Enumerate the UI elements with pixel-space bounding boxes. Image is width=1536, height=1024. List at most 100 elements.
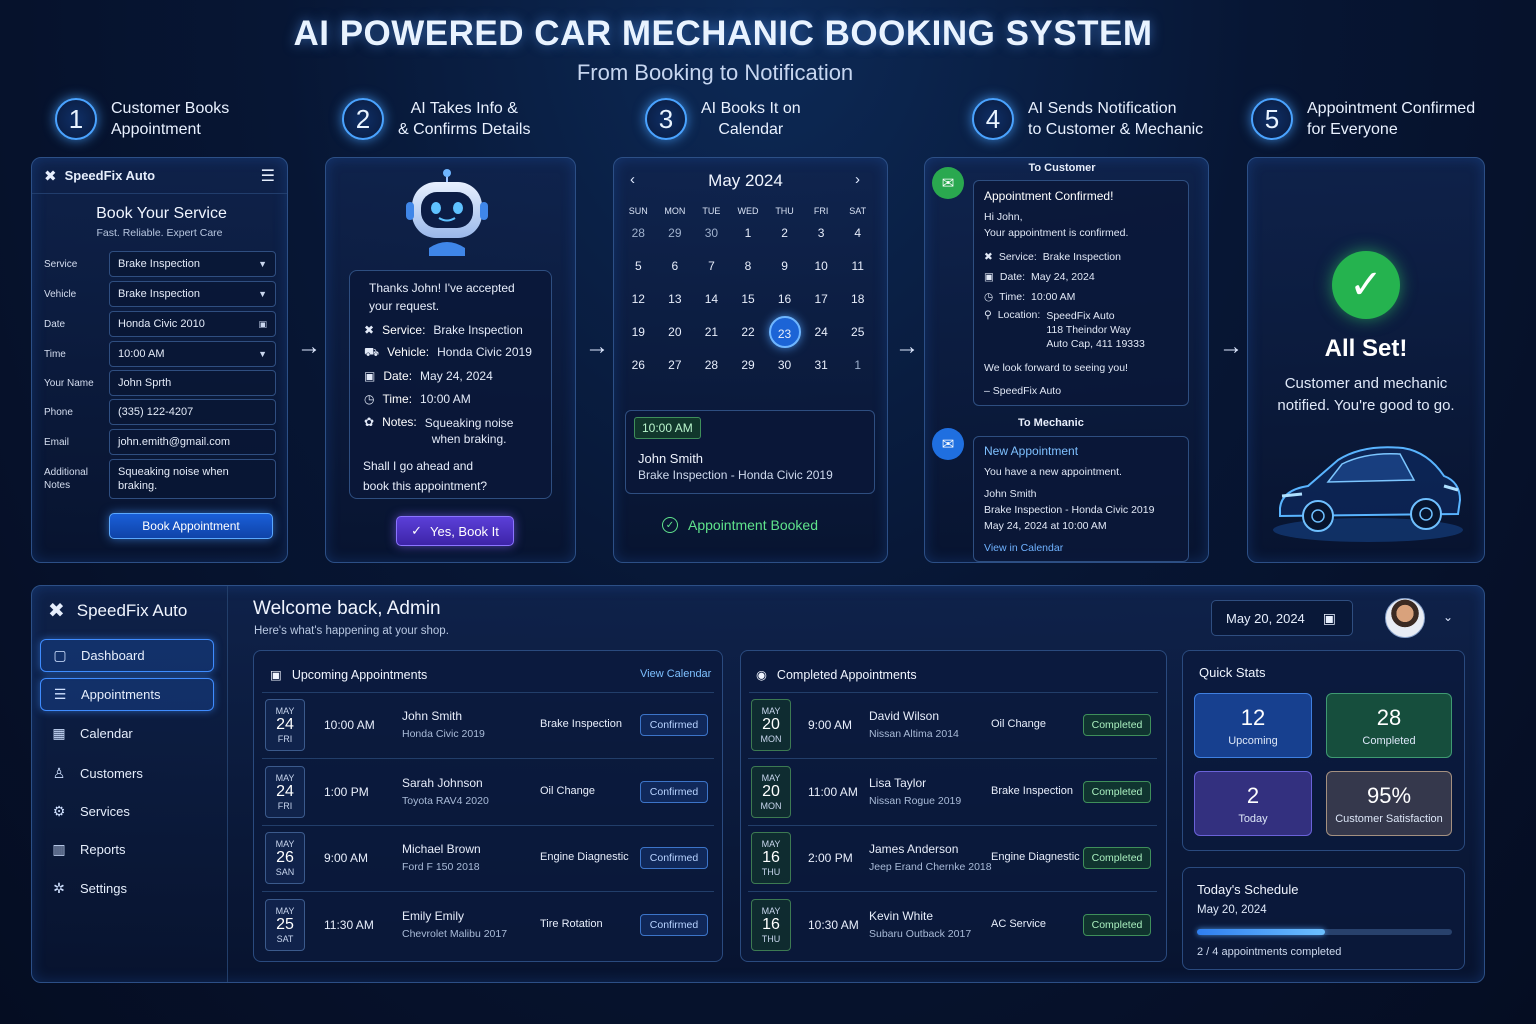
- sidebar-item-appointments[interactable]: ☰ Appointments: [40, 678, 214, 711]
- calendar-day[interactable]: 28: [693, 356, 730, 389]
- calendar-day[interactable]: 11: [839, 257, 876, 290]
- calendar-day[interactable]: 21: [693, 323, 730, 356]
- calendar-day-selected[interactable]: 23: [766, 316, 803, 356]
- avatar[interactable]: [1385, 598, 1425, 638]
- sidebar-item-services[interactable]: ⚙ Services: [40, 795, 214, 828]
- calendar-day[interactable]: 28: [620, 224, 657, 257]
- calendar-day[interactable]: 29: [657, 224, 694, 257]
- sidebar-item-calendar[interactable]: ▦ Calendar: [40, 717, 214, 750]
- service-field: Service Brake Inspection ▼: [44, 251, 276, 277]
- chat-time: ◷ Time: 10:00 AM: [364, 392, 471, 406]
- check-circle-icon: ◉: [756, 668, 767, 682]
- calendar-day[interactable]: 18: [839, 290, 876, 323]
- sidebar-item-label: Customers: [80, 766, 143, 781]
- vehicle-select[interactable]: Brake Inspection ▼: [109, 281, 276, 307]
- customer-name: Lisa Taylor: [869, 776, 927, 790]
- step-3: 3 AI Books It on Calendar: [645, 98, 801, 140]
- status-badge: Confirmed: [640, 781, 708, 803]
- appointment-time: 1:00 PM: [324, 785, 369, 799]
- date-badge: MAY 25 SAT: [265, 899, 305, 951]
- yes-book-it-button[interactable]: ✓ Yes, Book It: [396, 516, 514, 546]
- calendar-day[interactable]: 4: [839, 224, 876, 257]
- wrench-icon: ✖: [364, 323, 375, 337]
- chevron-down-icon[interactable]: ⌄: [1443, 610, 1453, 624]
- chat-vehicle: ⛟ Vehicle: Honda Civic 2019: [364, 345, 532, 359]
- sidebar-item-dashboard[interactable]: ▢ Dashboard: [40, 639, 214, 672]
- calendar-day[interactable]: 7: [693, 257, 730, 290]
- service-name: Oil Change: [540, 785, 596, 797]
- step-label: Appointment Confirmed for Everyone: [1307, 100, 1476, 138]
- step-1: 1 Customer Books Appointment: [55, 98, 229, 140]
- step-number: 4: [972, 98, 1014, 140]
- chat-service: ✖ Service: Brake Inspection: [364, 323, 523, 337]
- calendar-day[interactable]: 6: [657, 257, 694, 290]
- chat-intro: Thanks John! I've accepted your request.: [369, 281, 515, 313]
- appointment-time: 11:00 AM: [808, 785, 858, 799]
- customer-closing: We look forward to seeing you!: [984, 362, 1128, 374]
- quick-stats-title: Quick Stats: [1199, 665, 1266, 680]
- sidebar-divider: [227, 586, 228, 982]
- calendar-day[interactable]: 5: [620, 257, 657, 290]
- calendar-day[interactable]: 14: [693, 290, 730, 323]
- calendar-day[interactable]: 3: [803, 224, 840, 257]
- vehicle-name: Nissan Rogue 2019: [869, 795, 962, 807]
- all-set-title: All Set!: [1324, 335, 1408, 362]
- mail-icon: ✉: [932, 428, 964, 460]
- step-2: 2 AI Takes Info & & Confirms Details: [342, 98, 530, 140]
- brand-name: SpeedFix Auto: [64, 168, 156, 183]
- date-input[interactable]: Honda Civic 2010 ▣: [109, 311, 276, 337]
- calendar-day[interactable]: 29: [730, 356, 767, 389]
- calendar-day[interactable]: 10: [803, 257, 840, 290]
- service-name: Engine Diagnestic: [991, 851, 1080, 863]
- stat-completed: 28 Completed: [1326, 693, 1452, 758]
- chat-question: Shall I go ahead and book this appointme…: [363, 459, 488, 493]
- view-in-calendar-link[interactable]: View in Calendar: [984, 542, 1063, 554]
- flow-arrow: →: [1219, 333, 1243, 360]
- calendar-day[interactable]: 31: [803, 356, 840, 389]
- date-picker[interactable]: May 20, 2024 ▣: [1211, 600, 1353, 636]
- calendar-day[interactable]: 15: [730, 290, 767, 323]
- name-input[interactable]: John Sprth: [109, 370, 276, 396]
- schedule-progress-text: 2 / 4 appointments completed: [1197, 946, 1342, 958]
- mechanic-detail: Brake Inspection - Honda Civic 2019: [984, 504, 1155, 516]
- calendar-day[interactable]: 30: [766, 356, 803, 389]
- book-appointment-button[interactable]: Book Appointment: [109, 513, 273, 539]
- status-badge: Confirmed: [640, 914, 708, 936]
- notes-textarea[interactable]: Squeaking noise when braking.: [109, 459, 276, 499]
- customer-name: David Wilson: [869, 709, 940, 723]
- calendar-day[interactable]: 17: [803, 290, 840, 323]
- calendar-month: May 2024: [708, 171, 783, 190]
- calendar-day[interactable]: 26: [620, 356, 657, 389]
- calendar-day[interactable]: 27: [657, 356, 694, 389]
- calendar-day[interactable]: 1: [839, 356, 876, 389]
- calendar-day[interactable]: 1: [730, 224, 767, 257]
- clock-icon: ◷: [984, 291, 994, 303]
- welcome-title: Welcome back, Admin: [253, 598, 441, 619]
- calendar-day[interactable]: 25: [839, 323, 876, 356]
- calendar-day[interactable]: 20: [657, 323, 694, 356]
- calendar-day[interactable]: 12: [620, 290, 657, 323]
- next-month-button[interactable]: ›: [855, 171, 860, 188]
- calendar-day[interactable]: 2: [766, 224, 803, 257]
- calendar-day[interactable]: 19: [620, 323, 657, 356]
- calendar-day[interactable]: 22: [730, 323, 767, 356]
- calendar-day[interactable]: 8: [730, 257, 767, 290]
- calendar-day[interactable]: 24: [803, 323, 840, 356]
- calendar-day[interactable]: 13: [657, 290, 694, 323]
- chat-date: ▣ Date: May 24, 2024: [364, 369, 493, 383]
- divider: [262, 891, 714, 892]
- menu-icon[interactable]: ☰: [261, 166, 275, 186]
- service-select[interactable]: Brake Inspection ▼: [109, 251, 276, 277]
- time-select[interactable]: 10:00 AM ▼: [109, 341, 276, 367]
- view-calendar-link[interactable]: View Calendar: [640, 668, 711, 680]
- sidebar-item-reports[interactable]: ▥ Reports: [40, 833, 214, 866]
- mechanic-email-title: New Appointment: [984, 444, 1079, 458]
- email-input[interactable]: john.emith@gmail.com: [109, 429, 276, 455]
- phone-input[interactable]: (335) 122-4207: [109, 399, 276, 425]
- service-name: Brake Inspection: [991, 785, 1073, 797]
- calendar-day[interactable]: 9: [766, 257, 803, 290]
- calendar-day[interactable]: 30: [693, 224, 730, 257]
- sidebar-item-settings[interactable]: ✲ Settings: [40, 872, 214, 905]
- sidebar-item-customers[interactable]: ♙ Customers: [40, 757, 214, 790]
- all-set-message: Customer and mechanic notified. You're g…: [1277, 375, 1455, 414]
